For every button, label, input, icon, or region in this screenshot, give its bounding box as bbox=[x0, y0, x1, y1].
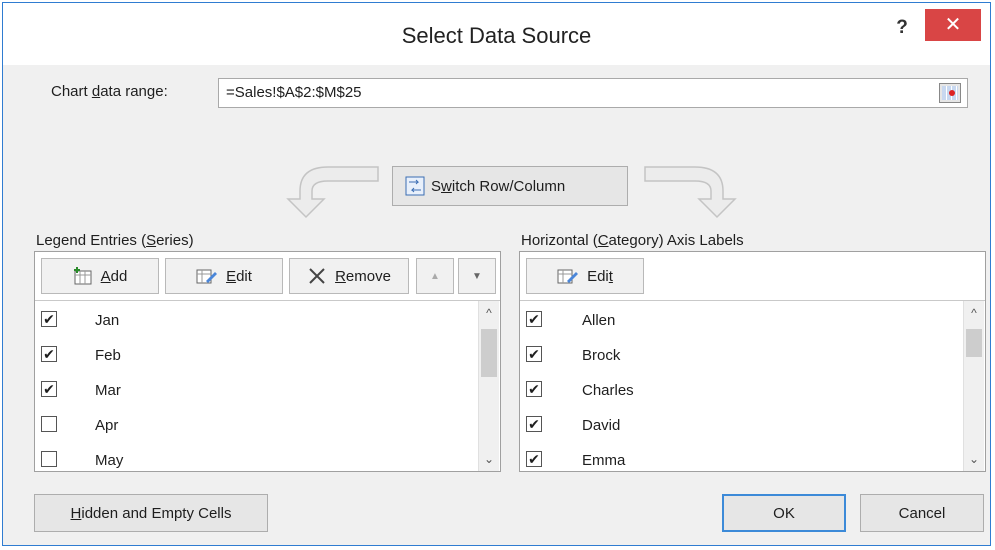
checkbox[interactable]: ✔ bbox=[526, 346, 542, 362]
range-label-text: Chart bbox=[51, 83, 92, 100]
edit-icon bbox=[557, 269, 579, 284]
list-item[interactable]: ✔ Charles bbox=[520, 373, 963, 408]
list-item[interactable]: ✔ Jan bbox=[35, 303, 478, 338]
list-item[interactable]: May bbox=[35, 443, 478, 478]
list-item-label: Feb bbox=[95, 347, 121, 364]
list-item[interactable]: ✔ Feb bbox=[35, 338, 478, 373]
checkbox[interactable] bbox=[41, 451, 57, 467]
remove-icon bbox=[309, 268, 325, 284]
axis-labels-panel: Edit ✔ Allen ✔ Brock ✔ Charles ✔ David ✔ Emma ^ ⌄ bbox=[519, 251, 986, 472]
chart-data-range-label: Chart data range: bbox=[51, 83, 168, 100]
list-item[interactable]: ✔ Emma bbox=[520, 443, 963, 478]
edit-series-button[interactable]: Edit bbox=[165, 258, 283, 294]
checkbox[interactable] bbox=[41, 416, 57, 432]
list-item-label: Allen bbox=[582, 312, 616, 329]
add-series-button[interactable]: Add bbox=[41, 258, 159, 294]
axis-labels-list: ✔ Allen ✔ Brock ✔ Charles ✔ David ✔ Emma bbox=[520, 301, 963, 471]
list-item-label: Emma bbox=[582, 452, 626, 469]
move-up-button[interactable]: ▲ bbox=[416, 258, 454, 294]
list-item-label: Charles bbox=[582, 382, 634, 399]
legend-entries-heading: Legend Entries (Series) bbox=[36, 232, 194, 249]
cancel-button[interactable]: Cancel bbox=[860, 494, 984, 532]
list-item-label: Apr bbox=[95, 417, 119, 434]
checkbox[interactable]: ✔ bbox=[526, 311, 542, 327]
collapse-dialog-button[interactable] bbox=[939, 83, 961, 103]
scroll-up-icon[interactable]: ^ bbox=[964, 303, 984, 323]
list-item[interactable]: ✔ Brock bbox=[520, 338, 963, 373]
help-button[interactable]: ? bbox=[887, 13, 917, 43]
list-item[interactable]: ✔ Mar bbox=[35, 373, 478, 408]
switch-label: Switch Row/Column bbox=[431, 177, 566, 195]
dialog-title: Select Data Source bbox=[401, 23, 592, 48]
ok-button[interactable]: OK bbox=[722, 494, 846, 532]
chart-data-range-input[interactable]: =Sales!$A$2:$M$25 bbox=[218, 78, 968, 108]
close-button[interactable]: ✕ bbox=[925, 9, 981, 41]
checkbox[interactable]: ✔ bbox=[526, 416, 542, 432]
legend-toolbar: Add Edit Remove ▲ ▼ bbox=[35, 252, 500, 301]
scroll-thumb[interactable] bbox=[481, 329, 497, 377]
checkbox[interactable]: ✔ bbox=[41, 311, 57, 327]
title-bar: Select Data Source ? ✕ bbox=[3, 3, 990, 65]
edit-icon bbox=[196, 269, 218, 284]
axis-scrollbar[interactable]: ^ ⌄ bbox=[963, 301, 984, 471]
select-data-source-dialog: Select Data Source ? ✕ Chart data range:… bbox=[2, 2, 991, 546]
list-item[interactable]: ✔ David bbox=[520, 408, 963, 443]
list-item[interactable]: ✔ Allen bbox=[520, 303, 963, 338]
axis-toolbar: Edit bbox=[520, 252, 985, 301]
axis-labels-heading: Horizontal (Category) Axis Labels bbox=[521, 232, 744, 249]
remove-series-button[interactable]: Remove bbox=[289, 258, 409, 294]
left-curved-arrow-icon bbox=[286, 166, 379, 219]
checkbox[interactable]: ✔ bbox=[526, 381, 542, 397]
list-item-label: Mar bbox=[95, 382, 121, 399]
move-down-button[interactable]: ▼ bbox=[458, 258, 496, 294]
scroll-up-icon[interactable]: ^ bbox=[479, 303, 499, 323]
hidden-empty-cells-button[interactable]: Hidden and Empty Cells bbox=[34, 494, 268, 532]
legend-series-list: ✔ Jan ✔ Feb ✔ Mar Apr May bbox=[35, 301, 478, 471]
scroll-thumb[interactable] bbox=[966, 329, 982, 357]
right-curved-arrow-icon bbox=[644, 166, 737, 219]
list-item-label: May bbox=[95, 452, 124, 469]
list-item-label: Brock bbox=[582, 347, 621, 364]
list-item-label: Jan bbox=[95, 312, 120, 329]
switch-row-column-icon bbox=[405, 176, 425, 196]
checkbox[interactable]: ✔ bbox=[526, 451, 542, 467]
legend-scrollbar[interactable]: ^ ⌄ bbox=[478, 301, 499, 471]
range-label-accel: d bbox=[91, 83, 101, 100]
range-label-text-2: ata range: bbox=[100, 83, 168, 100]
checkbox[interactable]: ✔ bbox=[41, 346, 57, 362]
legend-entries-panel: Add Edit Remove ▲ ▼ ✔ Jan ✔ Feb ✔ Mar Apr May ^… bbox=[34, 251, 501, 472]
scroll-down-icon[interactable]: ⌄ bbox=[479, 449, 499, 469]
range-select-icon-dot bbox=[949, 90, 955, 96]
list-item-label: David bbox=[582, 417, 621, 434]
list-item[interactable]: Apr bbox=[35, 408, 478, 443]
scroll-down-icon[interactable]: ⌄ bbox=[964, 449, 984, 469]
switch-row-column-button[interactable]: Switch Row/Column bbox=[392, 166, 628, 206]
add-icon bbox=[73, 267, 92, 285]
edit-axis-labels-button[interactable]: Edit bbox=[526, 258, 644, 294]
checkbox[interactable]: ✔ bbox=[41, 381, 57, 397]
